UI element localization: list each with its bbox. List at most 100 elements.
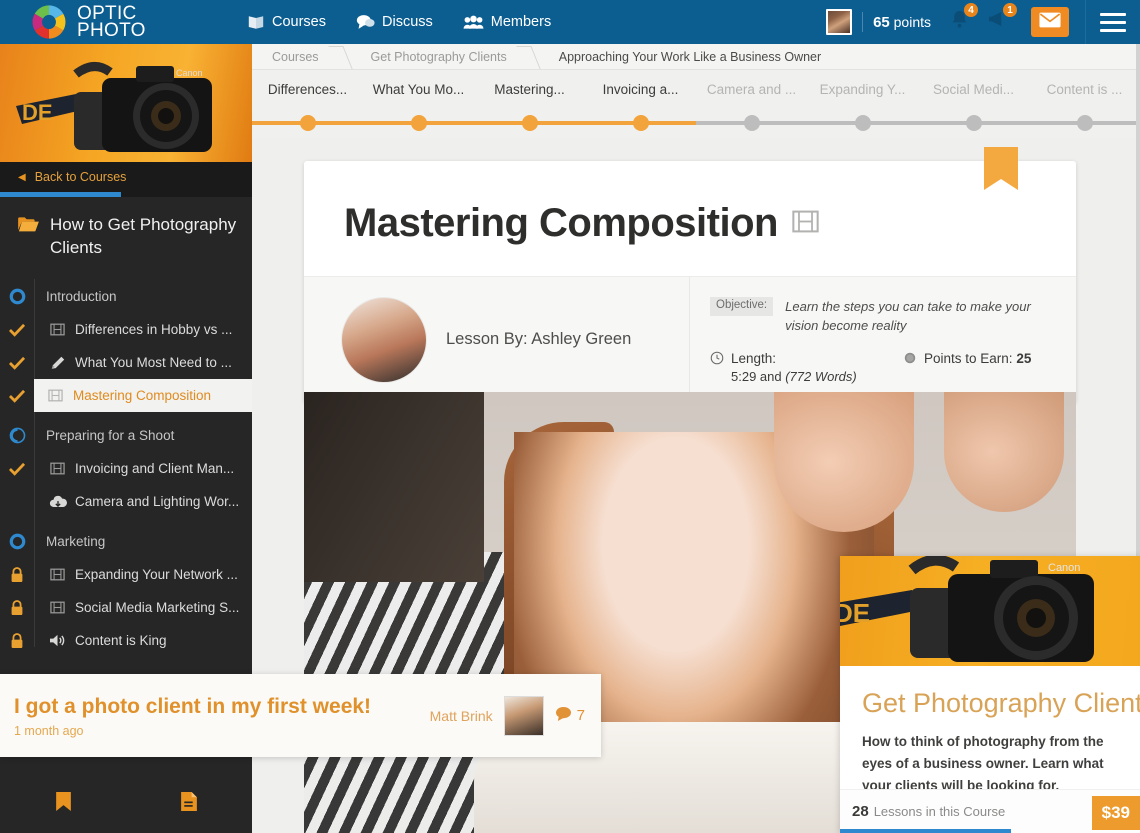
avatar: [342, 297, 426, 382]
top-header-bar: OPTIC PHOTO Courses Discuss Members 65 p…: [0, 0, 1140, 44]
circle-open-icon: [0, 288, 34, 305]
tab-lesson-6[interactable]: Expanding Y...: [807, 82, 918, 97]
chat-bubbles-icon: [356, 14, 375, 30]
lesson-item-invoicing[interactable]: Invoicing and Client Man...: [0, 452, 252, 485]
course-title: How to Get Photography Clients: [50, 215, 237, 257]
check-icon: [0, 356, 34, 370]
lesson-item-differences[interactable]: Differences in Hobby vs ...: [0, 313, 252, 346]
length-label: Length:: [731, 351, 777, 366]
video-icon: [44, 461, 71, 476]
breadcrumb-item-course[interactable]: Get Photography Clients: [351, 50, 507, 64]
section-introduction[interactable]: Introduction: [0, 279, 252, 313]
course-hero-image: DE Canon: [0, 44, 252, 162]
testimonial-author-block: Matt Brink 7: [430, 696, 601, 735]
nav-item-discuss[interactable]: Discuss: [356, 14, 433, 30]
lesson-points: Points to Earn: 25: [903, 351, 1031, 384]
lock-icon: [0, 566, 34, 583]
page-title: Mastering Composition: [344, 201, 778, 245]
progress-dot-7[interactable]: [965, 115, 982, 131]
bookmark-button[interactable]: [0, 791, 126, 817]
section-label: Marketing: [46, 533, 106, 549]
lesson-item-mastering-composition[interactable]: Mastering Composition: [34, 379, 252, 412]
testimonial-popup[interactable]: I got a photo client in my first week! 1…: [0, 674, 601, 757]
envelope-icon: [1039, 12, 1061, 33]
progress-dot-2[interactable]: [410, 115, 427, 131]
breadcrumb-item-current: Approaching Your Work Like a Business Ow…: [558, 49, 822, 64]
messages-button[interactable]: [1031, 7, 1069, 37]
breadcrumb-item-courses[interactable]: Courses: [252, 50, 319, 64]
lesson-item-content-is-king[interactable]: Content is King: [0, 624, 252, 657]
progress-dot-1[interactable]: [299, 115, 316, 131]
length-words: (772 Words): [785, 369, 857, 384]
lesson-label: What You Most Need to ...: [75, 355, 232, 370]
lesson-item-what-you-need[interactable]: What You Most Need to ...: [0, 346, 252, 379]
avatar[interactable]: [826, 9, 853, 35]
tab-lesson-7[interactable]: Social Medi...: [918, 82, 1029, 97]
tab-lesson-3[interactable]: Mastering...: [474, 82, 585, 97]
lesson-label: Expanding Your Network ...: [75, 567, 238, 582]
lesson-label: Content is King: [75, 633, 167, 648]
notifications-button[interactable]: 4: [949, 2, 979, 35]
testimonial-text-block: I got a photo client in my first week! 1…: [0, 694, 430, 738]
header-user-area: 65 points 4 1: [826, 0, 1140, 44]
progress-dot-6[interactable]: [854, 115, 871, 131]
top-navigation: Courses Discuss Members: [247, 14, 551, 30]
course-title-row[interactable]: How to Get Photography Clients: [0, 197, 252, 273]
progress-dot-3[interactable]: [521, 115, 538, 131]
points-label: Points to Earn:: [924, 351, 1017, 366]
brand-logo-block[interactable]: OPTIC PHOTO: [30, 3, 205, 41]
testimonial-title: I got a photo client in my first week!: [14, 694, 372, 718]
lesson-label: Invoicing and Client Man...: [75, 461, 235, 476]
promo-camera-image: DE Canon: [840, 556, 1140, 666]
tab-lesson-1[interactable]: Differences...: [252, 82, 363, 97]
bookmark-ribbon-icon[interactable]: [984, 147, 1018, 190]
lesson-details-block: Objective: Learn the steps you can take …: [690, 277, 1076, 402]
notes-button[interactable]: [126, 791, 252, 817]
lesson-item-camera-lighting[interactable]: Camera and Lighting Wor...: [0, 485, 252, 518]
tab-lesson-8[interactable]: Content is ...: [1029, 82, 1140, 97]
chevron-left-icon: ◀: [18, 171, 26, 183]
check-icon: [0, 462, 34, 476]
points-label: points: [893, 13, 931, 30]
progress-track-fill: [252, 121, 696, 125]
progress-dot-8[interactable]: [1076, 115, 1093, 131]
tab-lesson-5[interactable]: Camera and ...: [696, 82, 807, 97]
back-to-courses-button[interactable]: ◀ Back to Courses: [0, 162, 252, 192]
progress-dot-5[interactable]: [743, 115, 760, 131]
dark-corner: [304, 392, 484, 582]
course-promo-card[interactable]: DE Canon Get Photography Clients How to …: [840, 556, 1140, 833]
points-badge-icon: [903, 351, 917, 384]
hand-right: [944, 392, 1064, 512]
progress-dot-4[interactable]: [632, 115, 649, 131]
lesson-item-expanding-network[interactable]: Expanding Your Network ...: [0, 558, 252, 591]
lesson-item-mastering-composition-wrap: Mastering Composition: [0, 379, 252, 412]
video-icon: [792, 208, 819, 240]
section-marketing[interactable]: Marketing: [0, 524, 252, 558]
instructor-block: Lesson By: Ashley Green: [304, 277, 690, 402]
promo-progress-bar: [840, 829, 1011, 833]
nav-item-members[interactable]: Members: [463, 14, 551, 30]
aperture-logo-icon: [30, 3, 68, 41]
avatar[interactable]: [504, 696, 543, 735]
circle-open-icon: [0, 533, 34, 550]
testimonial-comments[interactable]: 7: [555, 706, 585, 725]
lesson-stats-row: Length: 5:29 and (772 Words) Points to E…: [710, 351, 1054, 384]
lesson-label: Mastering Composition: [73, 388, 212, 403]
hamburger-menu-icon[interactable]: [1086, 0, 1140, 44]
lock-icon: [0, 599, 34, 616]
lesson-item-social-media[interactable]: Social Media Marketing S...: [0, 591, 252, 624]
promo-description: How to think of photography from the eye…: [862, 734, 1104, 793]
nav-item-courses[interactable]: Courses: [247, 14, 326, 30]
length-value: 5:29 and: [731, 369, 786, 384]
bell-icon: [949, 10, 970, 34]
section-preparing-for-a-shoot[interactable]: Preparing for a Shoot: [0, 418, 252, 452]
speaker-icon: [44, 633, 71, 648]
lesson-title-row: Mastering Composition: [304, 161, 1076, 276]
alerts-button[interactable]: 1: [988, 2, 1018, 35]
tab-lesson-4[interactable]: Invoicing a...: [585, 82, 696, 97]
promo-price-badge[interactable]: $39: [1091, 796, 1140, 830]
promo-lesson-count-label: Lessons in this Course: [873, 804, 1006, 819]
tab-lesson-2[interactable]: What You Mo...: [363, 82, 474, 97]
notes-document-icon: [180, 791, 198, 817]
hand-left: [774, 392, 914, 532]
